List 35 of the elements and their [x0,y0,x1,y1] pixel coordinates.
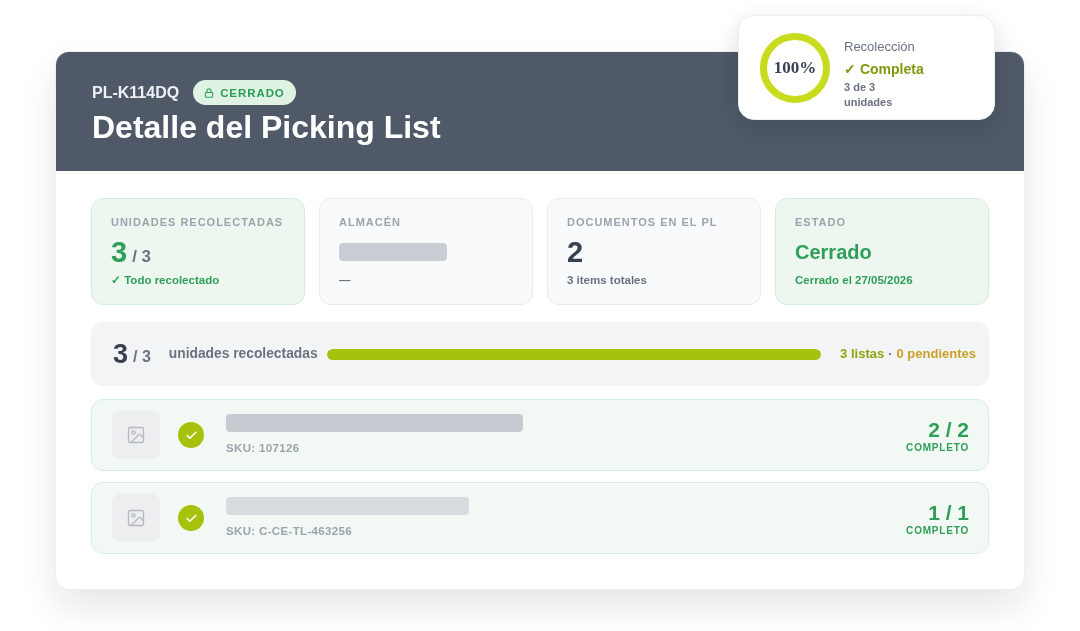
stat-note: ✓ Todo recolectado [111,273,221,287]
stat-note: Cerrado el 27/05/2026 [795,273,914,287]
image-icon [112,411,160,459]
progress-ring [760,32,830,103]
lists-count: 3 listas [840,346,885,362]
progress-value: 3 [113,339,129,369]
separator-dot: · [888,346,893,362]
stat-label: ALMACÉN [339,215,402,229]
stat-value: Cerrado [795,240,872,264]
image-icon [112,494,160,542]
page-title: Detalle del Picking List [92,108,442,147]
stat-note: 3 items totales [567,273,648,287]
stat-value: 2 [567,237,584,267]
popup-title: Recolección [844,39,916,55]
ring-percent: 100% [773,57,817,78]
progress-label: unidades recolectadas [168,346,318,362]
stat-note: — [339,273,352,287]
item-count: 2 / 2 [928,418,969,442]
stat-label: UNIDADES RECOLECTADAS [111,215,285,229]
item-status: COMPLETO [906,442,969,454]
item-count: 1 / 1 [928,501,969,525]
stat-label: DOCUMENTOS EN EL PL [567,215,719,229]
picking-list-code: PL-K114DQ [92,82,180,103]
item-sku: SKU: C-CE-TL-463256 [226,524,354,538]
pending-count: 0 pendientes [896,346,976,362]
item-status: COMPLETO [906,525,969,537]
stat-total: / 3 [132,247,152,267]
item-sku: SKU: 107126 [226,441,301,455]
progress-total: / 3 [133,347,151,367]
popup-detail: 3 de 3 unidades [844,80,894,110]
status-badge: CERRADO [193,80,296,105]
lock-icon [204,87,215,98]
stat-label: ESTADO [795,215,847,229]
popup-status: ✓ Completa [844,60,924,78]
stat-value: 3 [111,237,128,267]
